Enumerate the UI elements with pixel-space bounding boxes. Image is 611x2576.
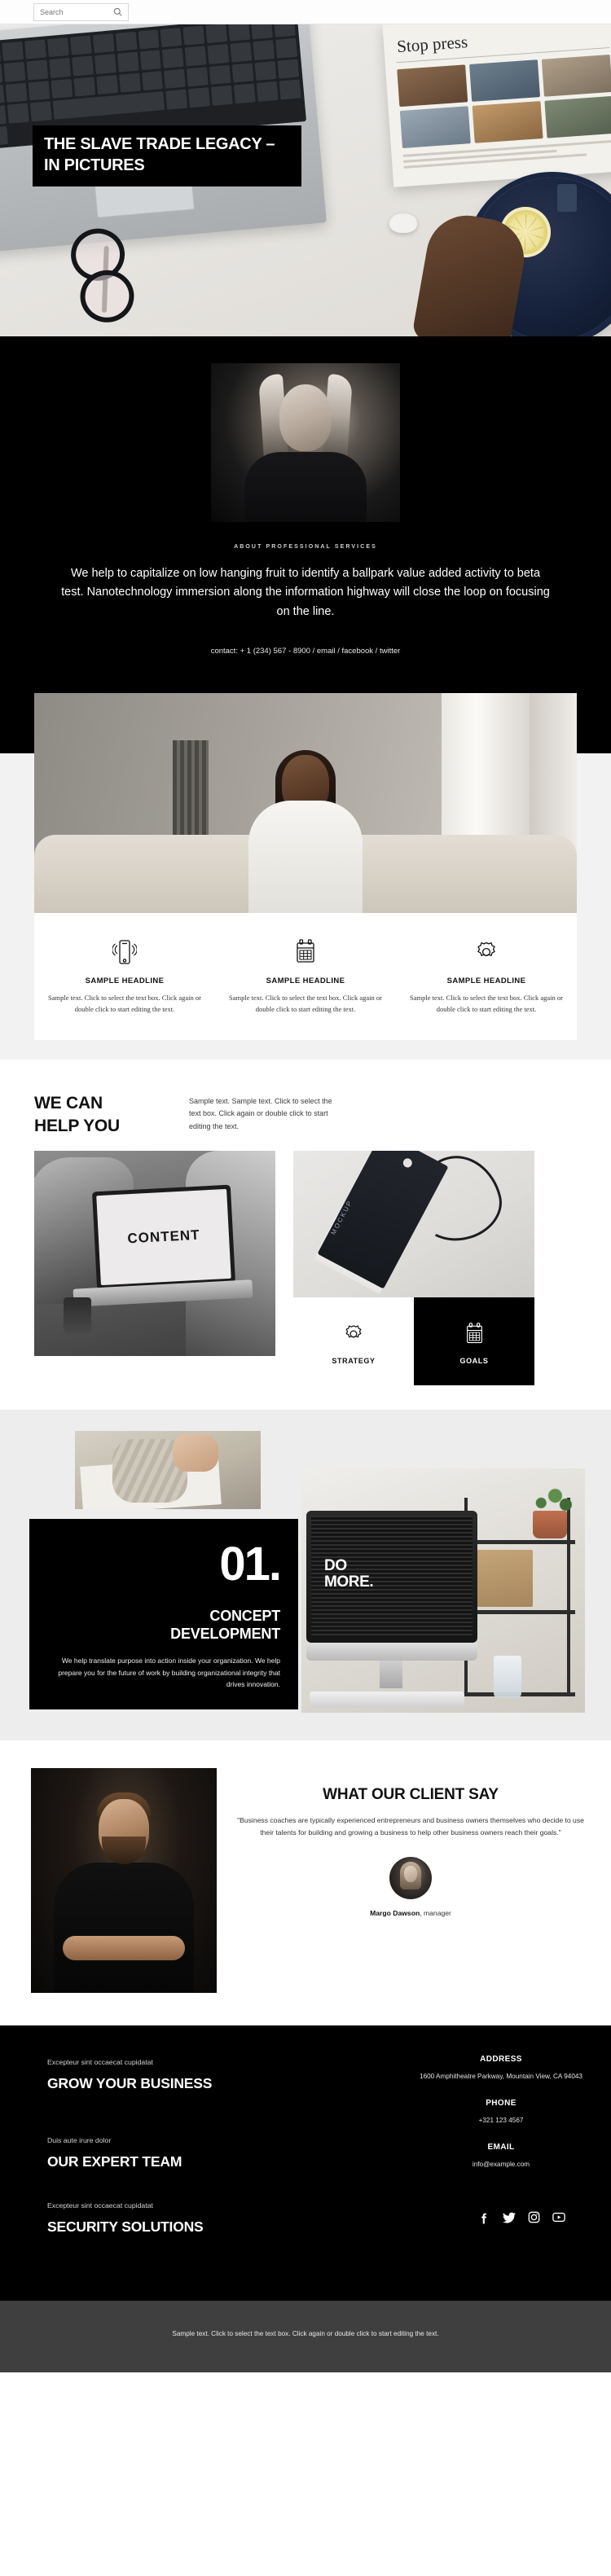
contact-group-address: ADDRESS 1600 Amphitheatre Parkway, Mount… — [409, 2055, 593, 2082]
desk-imac-image: DO MORE. — [301, 1468, 585, 1714]
about-section: ABOUT PROFESSIONAL SERVICES We help to c… — [0, 336, 611, 694]
laptop-screen-text: CONTENT — [126, 1227, 200, 1247]
search-box[interactable] — [33, 2, 129, 21]
contact-label: PHONE — [486, 2099, 516, 2109]
tile-goals[interactable]: GOALS — [414, 1297, 534, 1386]
help-heading-line1: WE CAN — [34, 1093, 103, 1112]
feature-text: Sample text. Click to select the text bo… — [229, 994, 382, 1014]
mouse-image — [389, 213, 417, 233]
footer-block[interactable]: Excepteur sint occaecat cupidatat GROW Y… — [47, 2058, 409, 2092]
testimonial-author-role: , manager — [420, 1909, 451, 1918]
facebook-icon[interactable] — [478, 2211, 490, 2224]
calendar-icon — [464, 1318, 486, 1350]
social-links — [478, 2201, 611, 2224]
concept-heading-line1: CONCEPT — [209, 1608, 280, 1625]
tile-strategy[interactable]: STRATEGY — [293, 1297, 414, 1386]
client-portrait-image — [31, 1768, 217, 1994]
feature-text: Sample text. Click to select the text bo… — [410, 994, 563, 1014]
avatar — [389, 1857, 432, 1900]
glasses-image — [65, 225, 143, 329]
contact-value[interactable]: +321 123 4567 — [409, 2116, 593, 2126]
tile-label: STRATEGY — [332, 1357, 376, 1366]
hero-title: THE SLAVE TRADE LEGACY – IN PICTURES — [33, 125, 301, 187]
about-body-text: We help to capitalize on low hanging fru… — [61, 567, 550, 618]
hero-section: Stop press THE SLAVE TRADE LEGACY – IN P… — [0, 24, 611, 336]
help-section: WE CAN HELP YOU Sample text. Sample text… — [0, 1059, 611, 1411]
twitter-icon[interactable] — [503, 2211, 516, 2224]
concept-text: We help translate purpose into action in… — [58, 1657, 280, 1688]
tile-label: GOALS — [459, 1357, 489, 1366]
feature-text: Sample text. Click to select the text bo… — [48, 994, 201, 1014]
top-bar — [0, 0, 611, 24]
concept-card: 01. CONCEPT DEVELOPMENT We help translat… — [29, 1519, 298, 1710]
testimonial-author: Margo Dawson, manager — [231, 1909, 590, 1917]
footer-title: GROW YOUR BUSINESS — [47, 2075, 213, 2092]
footer-kicker: Excepteur sint occaecat cupidatat — [47, 2201, 153, 2210]
feature-card[interactable]: SAMPLE HEADLINE Sample text. Click to se… — [396, 934, 577, 1016]
page-root: Stop press TH — [0, 0, 611, 2373]
footer-title: SECURITY SOLUTIONS — [47, 2218, 204, 2236]
feature-title: SAMPLE HEADLINE — [446, 976, 526, 986]
feature-title: SAMPLE HEADLINE — [85, 976, 165, 986]
feature-card[interactable]: SAMPLE HEADLINE Sample text. Click to se… — [34, 934, 215, 1016]
contact-label: EMAIL — [487, 2143, 515, 2153]
footer-bottom-section: Excepteur sint occaecat cupidatat SECURI… — [0, 2198, 611, 2302]
footer-block[interactable]: Excepteur sint occaecat cupidatat SECURI… — [47, 2201, 478, 2236]
features-row: SAMPLE HEADLINE Sample text. Click to se… — [34, 913, 577, 1040]
search-icon[interactable] — [113, 7, 122, 16]
woman-window-image — [34, 693, 577, 914]
meeting-laptop-image: CONTENT — [34, 1151, 275, 1357]
instagram-icon[interactable] — [528, 2211, 540, 2224]
concept-heading-line2: DEVELOPMENT — [170, 1626, 280, 1643]
features-section: SAMPLE HEADLINE Sample text. Click to se… — [0, 693, 611, 1060]
gear-icon — [342, 1318, 365, 1350]
tag-label: MOCKUP — [329, 1199, 354, 1236]
search-input[interactable] — [40, 7, 105, 16]
footer-block[interactable]: Duis aute irure dolor OUR EXPERT TEAM — [47, 2136, 409, 2170]
testimonial-quote: "Business coaches are typically experien… — [237, 1816, 584, 1837]
feature-title: SAMPLE HEADLINE — [266, 976, 345, 986]
concept-number: 01. — [219, 1538, 282, 1591]
footer-kicker: Duis aute irure dolor — [47, 2136, 112, 2145]
testimonial-author-name: Margo Dawson — [370, 1909, 420, 1918]
footer-kicker: Excepteur sint occaecat cupidatat — [47, 2058, 153, 2067]
concept-section: 01. CONCEPT DEVELOPMENT We help translat… — [0, 1410, 611, 1741]
mockup-tag-image: MOCKUP — [293, 1151, 534, 1298]
contact-value: 1600 Amphitheatre Parkway, Mountain View… — [420, 2073, 582, 2081]
bottom-bar-text: Sample text. Click to select the text bo… — [172, 2330, 439, 2338]
help-heading: WE CAN HELP YOU — [34, 1092, 189, 1138]
monitor-text-line2: MORE. — [324, 1573, 374, 1591]
calendar-icon — [226, 934, 385, 970]
about-contact-line[interactable]: contact: + 1 (234) 567 - 8900 / email / … — [0, 647, 611, 656]
magazine-image: Stop press — [382, 24, 611, 187]
about-portrait-image — [211, 363, 400, 522]
monitor-text-line1: DO — [324, 1557, 347, 1575]
help-heading-line2: HELP YOU — [34, 1117, 120, 1136]
contact-label: ADDRESS — [480, 2055, 522, 2065]
youtube-icon[interactable] — [552, 2211, 565, 2224]
testimonial-heading: WHAT OUR CLIENT SAY — [323, 1786, 499, 1804]
about-kicker: ABOUT PROFESSIONAL SERVICES — [234, 544, 377, 550]
mobile-phone-icon — [46, 934, 204, 970]
feature-card[interactable]: SAMPLE HEADLINE Sample text. Click to se… — [215, 934, 396, 1016]
help-text: Sample text. Sample text. Click to selec… — [189, 1096, 332, 1130]
contact-value[interactable]: info@example.com — [409, 2160, 593, 2170]
testimonial-section: WHAT OUR CLIENT SAY "Business coaches ar… — [0, 1740, 611, 2026]
contact-group-email: EMAIL info@example.com — [409, 2143, 593, 2170]
footer-section: Excepteur sint occaecat cupidatat GROW Y… — [0, 2025, 611, 2199]
contact-group-phone: PHONE +321 123 4567 — [409, 2099, 593, 2126]
gear-icon — [407, 934, 565, 970]
footer-title: OUR EXPERT TEAM — [47, 2153, 182, 2170]
writing-hand-image — [75, 1431, 261, 1510]
bottom-bar: Sample text. Click to select the text bo… — [0, 2301, 611, 2373]
